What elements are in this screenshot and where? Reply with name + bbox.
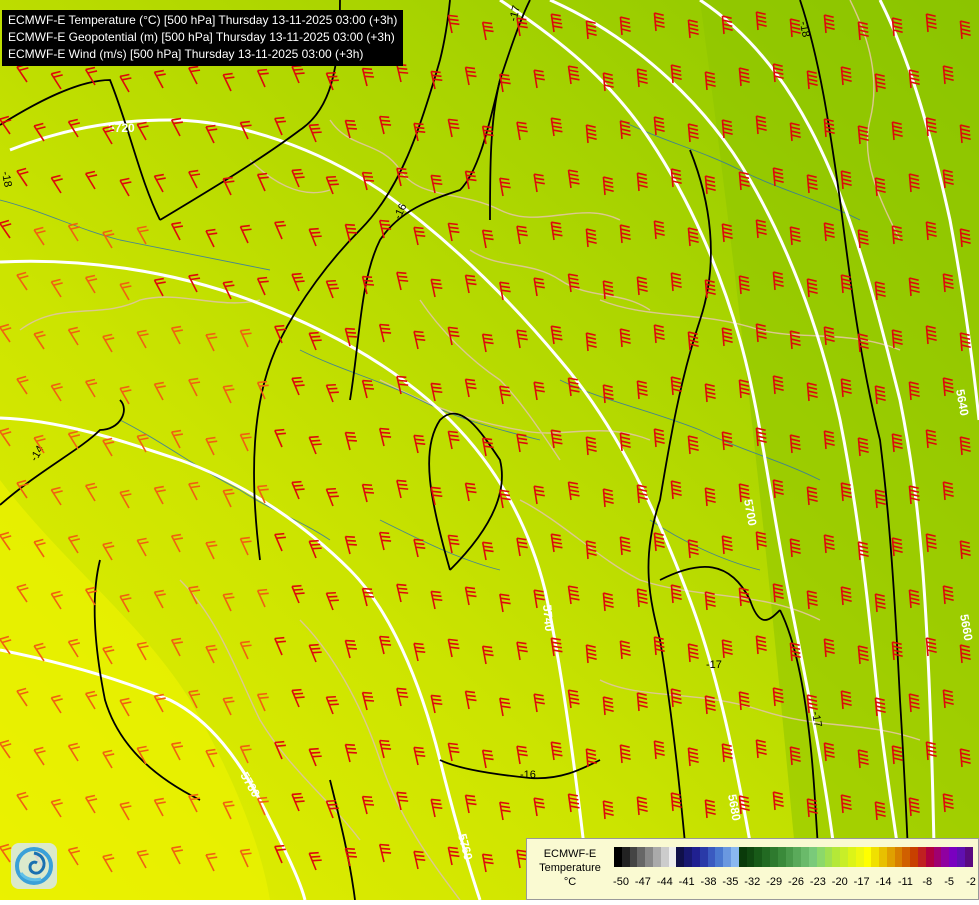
isotherm-label: -17	[706, 659, 722, 671]
isohypse-label-5720: 5720	[108, 121, 135, 135]
legend-color-swatch	[816, 847, 825, 867]
legend-tick-label: -5	[944, 876, 955, 888]
legend-unit: °C	[563, 876, 577, 888]
legend-color-swatch	[964, 847, 973, 867]
legend-color-swatch	[941, 847, 950, 867]
legend-color-swatch	[910, 847, 919, 867]
legend-tick-label: -38	[700, 876, 717, 888]
map-header: ECMWF-E Temperature (°C) [500 hPa] Thurs…	[2, 10, 404, 66]
legend-color-swatch	[902, 847, 911, 867]
legend-color-swatch	[652, 847, 661, 867]
legend-tick-label: -17	[853, 876, 870, 888]
legend-color-swatch	[957, 847, 965, 867]
legend-color-swatch	[668, 847, 677, 867]
legend-title-line2: Temperature	[539, 862, 601, 874]
legend-tick-label: -44	[656, 876, 673, 888]
legend-color-swatch	[614, 847, 622, 867]
legend-color-swatch	[699, 847, 708, 867]
legend-color-swatch	[855, 847, 864, 867]
isotherm-label: -18	[0, 170, 14, 188]
legend-title-line1: ECMWF-E	[543, 848, 597, 860]
legend-tick-label: -20	[831, 876, 848, 888]
legend-color-swatch	[894, 847, 903, 867]
legend-color-swatch	[676, 847, 685, 867]
legend-color-swatch	[730, 847, 739, 867]
header-geopotential-title: ECMWF-E Geopotential (m) [500 hPa] Thurs…	[8, 30, 395, 44]
legend-tick-label: -41	[678, 876, 695, 888]
legend-color-swatch	[808, 847, 817, 867]
legend-color-swatch	[645, 847, 653, 867]
legend-color-swatch	[660, 847, 669, 867]
legend-color-swatch	[824, 847, 833, 867]
legend-tick-label: -26	[788, 876, 804, 888]
legend-color-swatch	[925, 847, 934, 867]
legend-color-swatch	[754, 847, 763, 867]
legend-color-swatch	[879, 847, 887, 867]
legend-color-swatch	[629, 847, 638, 867]
legend-tick-label: -35	[722, 876, 739, 888]
legend-color-swatch	[777, 847, 786, 867]
legend-color-swatch	[933, 847, 942, 867]
legend-color-swatch	[832, 847, 841, 867]
legend-tick-labels: -50 -47 -44 -41 -38 -35 -32 -29 -26 -23 -20 -17 -14-…	[611, 876, 979, 890]
legend-tick-label: -8	[922, 876, 933, 888]
legend-color-swatch	[762, 847, 770, 867]
map-canvas: 5720 5640 5700 5740 5780 5760 5680 5660 …	[0, 0, 979, 901]
legend-color-swatch	[691, 847, 700, 867]
legend-tick-label: -23	[809, 876, 826, 888]
legend-color-swatch	[785, 847, 794, 867]
temperature-legend: ECMWF-E Temperature °C -50 -47 -44 -41 -38 -3…	[526, 838, 979, 900]
legend-color-bar	[614, 847, 973, 867]
isotherm-label: -16	[520, 769, 536, 781]
legend-color-swatch	[918, 847, 926, 867]
legend-tick-label: -50	[613, 876, 629, 888]
legend-color-swatch	[715, 847, 724, 867]
legend-color-swatch	[801, 847, 809, 867]
legend-color-swatch	[621, 847, 630, 867]
legend-tick-label: -11	[897, 876, 913, 888]
legend-tick-label: -32	[744, 876, 761, 888]
legend-color-swatch	[793, 847, 802, 867]
legend-tick-label: -2	[966, 876, 976, 888]
legend-color-swatch	[949, 847, 958, 867]
logo-icon	[11, 843, 57, 889]
isohypse-label-5740: 5740	[540, 604, 556, 632]
legend-tick-label: -29	[766, 876, 783, 888]
legend-color-swatch	[769, 847, 778, 867]
legend-color-swatch	[738, 847, 747, 867]
weather-map: 5720 5640 5700 5740 5780 5760 5680 5660 …	[0, 0, 979, 901]
legend-color-swatch	[637, 847, 646, 867]
legend-color-swatch	[746, 847, 755, 867]
legend-color-swatch	[684, 847, 692, 867]
legend-tick-label: -14	[875, 876, 892, 888]
header-temperature-title: ECMWF-E Temperature (°C) [500 hPa] Thurs…	[8, 13, 398, 27]
legend-title: ECMWF-E Temperature °C	[531, 847, 609, 889]
header-wind-title: ECMWF-E Wind (m/s) [500 hPa] Thursday 13…	[8, 47, 364, 61]
legend-color-swatch	[723, 847, 731, 867]
legend-color-swatch	[847, 847, 856, 867]
legend-color-swatch	[871, 847, 880, 867]
legend-color-swatch	[707, 847, 716, 867]
legend-color-swatch	[886, 847, 895, 867]
legend-color-swatch	[840, 847, 848, 867]
legend-color-swatch	[863, 847, 872, 867]
legend-tick-label: -47	[634, 876, 651, 888]
